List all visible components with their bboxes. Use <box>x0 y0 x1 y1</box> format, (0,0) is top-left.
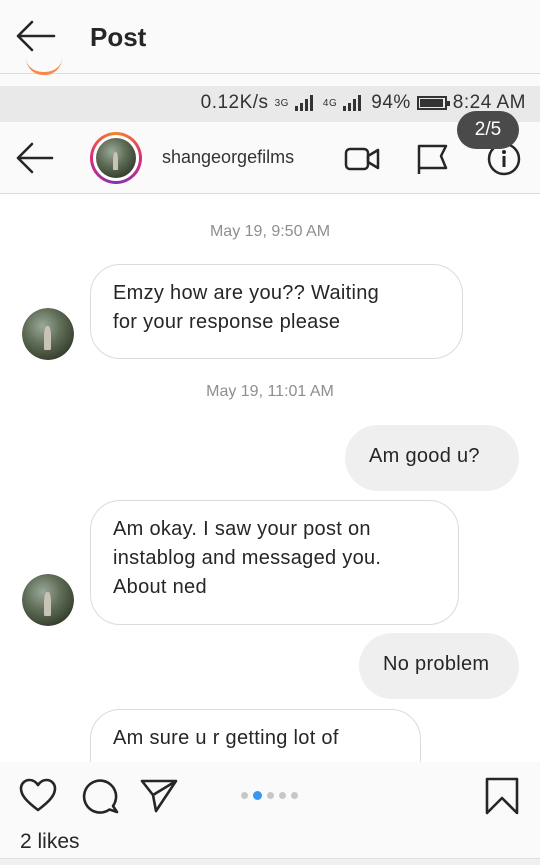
battery-percent: 94% <box>371 92 411 113</box>
message-text-line: Emzy how are you?? Waiting <box>113 282 380 304</box>
post-action-bar <box>0 762 540 830</box>
carousel-indicator <box>241 791 298 800</box>
flag-icon <box>417 144 448 174</box>
carousel-dot-active <box>253 791 262 800</box>
author-avatar-peek <box>26 58 62 75</box>
message-text-line: Am okay. I saw your post on <box>113 518 371 540</box>
likes-count[interactable]: 2 likes <box>20 830 80 854</box>
network-speed: 0.12K/s <box>200 92 269 113</box>
message-bubble-incoming: Am sure u r getting lot of <box>90 709 421 762</box>
battery-icon <box>416 96 450 110</box>
timestamp: May 19, 9:50 AM <box>209 223 331 240</box>
carousel-page-badge: 2/5 <box>457 111 519 149</box>
back-arrow-icon <box>16 142 54 174</box>
network-3g-label: 3G <box>274 97 289 109</box>
bookmark-icon[interactable] <box>482 776 522 816</box>
timestamp: May 19, 11:01 AM <box>206 383 334 400</box>
message-bubble-outgoing: No problem <box>359 633 519 699</box>
message-bubble-outgoing: Am good u? <box>345 425 519 491</box>
post-image: 0.12K/s 3G 4G 94% 8:24 AM 2/5 shangeorge… <box>0 86 540 762</box>
comment-icon[interactable] <box>80 776 120 816</box>
sender-avatar <box>22 574 74 626</box>
back-arrow-icon[interactable] <box>14 18 56 54</box>
avatar-photo <box>96 138 136 178</box>
divider <box>0 858 540 865</box>
message-text-line: No problem <box>383 653 490 675</box>
message-bubble-incoming: Emzy how are you?? Waiting for your resp… <box>90 264 463 359</box>
signal-icon <box>294 95 313 111</box>
page-title: Post <box>90 22 147 52</box>
username: shangeorgefilms <box>162 147 295 167</box>
heart-icon[interactable] <box>18 776 58 816</box>
network-4g-label: 4G <box>322 97 338 109</box>
signal-icon-2 <box>343 95 362 111</box>
message-text-line: Am good u? <box>369 445 480 467</box>
message-text-line: instablog and messaged you. <box>113 547 382 569</box>
message-text-line: About ned <box>113 576 207 598</box>
battery-fill <box>419 99 443 107</box>
carousel-dot <box>241 792 248 799</box>
message-text-line: Am sure u r getting lot of <box>113 727 339 749</box>
sender-avatar <box>22 308 74 360</box>
status-bar: 0.12K/s 3G 4G 94% 8:24 AM <box>0 86 540 122</box>
video-call-icon <box>344 147 380 171</box>
message-text-line: for your response please <box>113 311 341 333</box>
carousel-dot <box>279 792 286 799</box>
share-icon[interactable] <box>139 776 179 816</box>
post-header: Post <box>0 0 540 75</box>
carousel-dot <box>267 792 274 799</box>
avatar <box>90 132 142 184</box>
message-bubble-incoming: Am okay. I saw your post on instablog an… <box>90 500 459 625</box>
carousel-dot <box>291 792 298 799</box>
